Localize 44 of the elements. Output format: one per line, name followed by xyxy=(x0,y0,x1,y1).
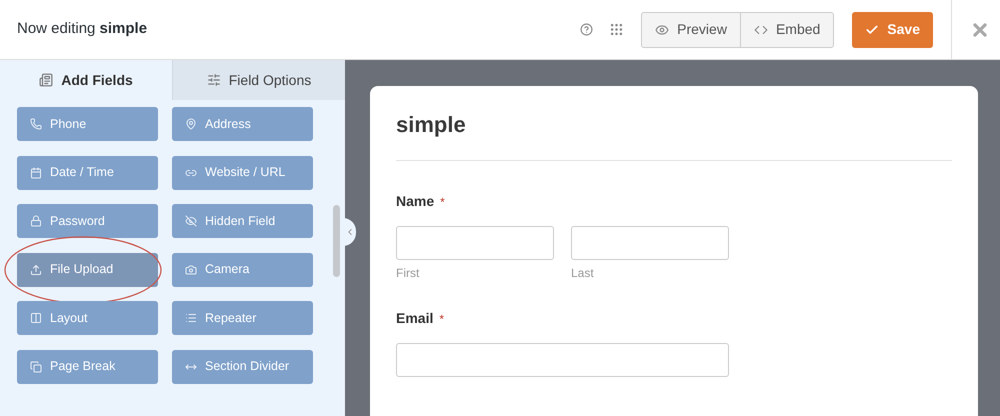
sublabel: Last xyxy=(571,265,594,282)
help-icon[interactable] xyxy=(580,23,594,36)
phone-icon xyxy=(30,118,42,130)
field-type-button[interactable]: Password xyxy=(17,204,158,238)
sliders-icon xyxy=(206,73,221,87)
field-type-button[interactable]: Hidden Field xyxy=(172,204,313,238)
email-input[interactable] xyxy=(396,343,729,377)
text-input[interactable] xyxy=(396,226,554,260)
form-title: simple xyxy=(396,111,466,139)
calendar-icon xyxy=(30,166,42,178)
required-mark: * xyxy=(440,194,445,210)
sublabel: First xyxy=(396,265,420,282)
field-type-button[interactable]: Camera xyxy=(172,252,313,286)
field-type-button[interactable]: Phone xyxy=(17,107,158,141)
field-type-button[interactable]: Section Divider xyxy=(172,350,313,384)
save-button[interactable]: Save xyxy=(852,12,933,48)
field-label: Email xyxy=(396,309,434,328)
field-type-button[interactable]: Layout xyxy=(17,301,158,335)
editor-title: Now editing simple xyxy=(17,19,148,40)
field-label: Name xyxy=(396,192,434,211)
eye-icon xyxy=(655,22,670,36)
embed-button[interactable]: Embed xyxy=(740,12,834,46)
columns-icon xyxy=(30,312,42,324)
field-type-button[interactable]: Address xyxy=(172,107,313,141)
pages-icon xyxy=(30,360,42,372)
camera-icon xyxy=(185,264,197,276)
field-type-button[interactable]: Website / URL xyxy=(172,156,313,190)
eye-slash-icon xyxy=(185,215,197,227)
map-pin-icon xyxy=(185,118,197,130)
list-icon xyxy=(39,73,54,87)
upload-icon xyxy=(30,264,42,276)
field-type-button[interactable]: Repeater xyxy=(172,301,313,335)
required-mark: * xyxy=(439,310,444,328)
collapse-handle[interactable] xyxy=(345,218,356,246)
checkmark-icon xyxy=(865,22,880,36)
field-type-button[interactable]: Page Break xyxy=(17,350,158,384)
lock-icon xyxy=(30,215,42,227)
field-type-button[interactable]: Date / Time xyxy=(17,156,158,190)
text-input[interactable] xyxy=(571,226,729,260)
sidebar-tab[interactable]: Field Options xyxy=(172,60,345,100)
preview-button[interactable]: Preview xyxy=(642,12,740,46)
grid-icon[interactable] xyxy=(609,22,624,37)
field-type-button[interactable]: File Upload xyxy=(17,252,158,286)
scrollbar[interactable] xyxy=(333,205,340,277)
